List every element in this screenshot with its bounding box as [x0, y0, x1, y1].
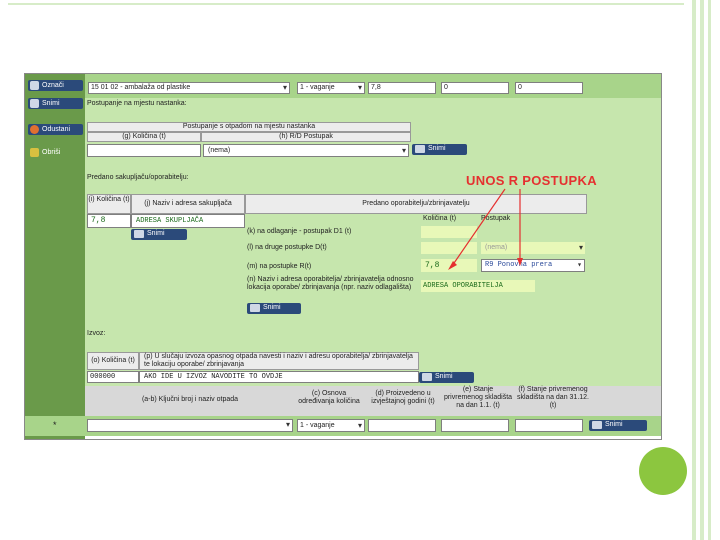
quantity-input[interactable]: 7,8: [368, 82, 436, 94]
postupanje-rd-select[interactable]: (nema): [203, 144, 409, 157]
green-circle-decoration: [639, 447, 687, 495]
new-stanje-start-input[interactable]: [441, 419, 509, 432]
new-measure-select[interactable]: 1 - vaganje: [297, 419, 365, 432]
row-m-select[interactable]: R9 Ponovna prera: [481, 259, 585, 272]
disk-icon: [592, 421, 602, 429]
izvoz-save-button[interactable]: Snimi: [419, 372, 474, 383]
odustani-button[interactable]: Odustani: [28, 124, 83, 135]
col-proizvedeno: (d) Proizvedeno u izvještajnoj godini (t…: [371, 390, 435, 405]
postupanje-save-button[interactable]: Snimi: [412, 144, 467, 155]
izvoz-text-input[interactable]: AKO IDE U IZVOZ NAVODITE TO OVDJE: [139, 371, 419, 383]
cancel-icon: [30, 125, 39, 134]
col-kljucni-broj: (a-b) Ključni broj i naziv otpada: [141, 396, 239, 403]
izvoz-col-text: (p) U slučaju izvoza opasnog otpada nave…: [139, 352, 419, 370]
postupanje-kolicina-input[interactable]: [87, 144, 201, 157]
new-waste-code-select[interactable]: [87, 419, 293, 432]
measure-select[interactable]: 1 - vaganje: [297, 82, 365, 94]
row-k-input[interactable]: [421, 226, 477, 238]
slide-side-stripe: [700, 0, 704, 540]
predano-col-oporabitelj: Predano oporabitelju/zbrinjavatelju: [245, 194, 587, 214]
stanje-end-input[interactable]: 0: [515, 82, 583, 94]
arrow-icon: [30, 81, 39, 90]
disk-icon: [422, 373, 432, 381]
row-n-label: (n) Naziv i adresa oporabitelja/ zbrinja…: [247, 276, 414, 291]
col-osnova: (c) Osnova određivanja količina: [298, 390, 360, 405]
predano-section: [85, 166, 661, 316]
col-kolicina-label: Količina (t): [423, 215, 457, 222]
row-l-label: (l) na druge postupke D(t): [247, 244, 327, 251]
izvoz-kolicina-input[interactable]: 000000: [87, 371, 139, 383]
eraser-icon: [30, 148, 39, 157]
col-postupak-label: Postupak: [481, 215, 511, 222]
obrisi-button[interactable]: Obriši: [28, 147, 83, 158]
slide-top-line: [8, 3, 684, 5]
predano-kolicina-input[interactable]: 7,8: [87, 214, 131, 228]
sidebar: Označi Snimi Odustani Obriši: [25, 74, 85, 439]
predano-col-naziv: (j) Naziv i adresa sakupljača: [131, 194, 245, 214]
r-postupak-callout: UNOS R POSTUPKA: [466, 173, 597, 188]
col-stanje-start: (e) Stanje privremenog skladišta na dan …: [443, 386, 513, 409]
oporabitelj-save-button[interactable]: Snimi: [247, 303, 301, 314]
new-stanje-end-input[interactable]: [515, 419, 583, 432]
row-l-select[interactable]: (nema): [481, 242, 585, 254]
slide-side-stripe: [692, 0, 696, 540]
row-m-input[interactable]: 7,8: [421, 259, 477, 272]
predano-title: Predano sakupljaču/oporabitelju:: [87, 174, 189, 181]
oporabitelj-address-input[interactable]: ADRESA OPORABITELJA: [421, 280, 535, 292]
new-row-save-button[interactable]: Snimi: [589, 420, 647, 431]
disk-icon: [415, 145, 425, 153]
waste-code-select[interactable]: 15 01 02 - ambalaža od plastike: [88, 82, 290, 94]
new-row-marker: *: [53, 420, 57, 430]
postupanje-subheader: Postupanje s otpadom na mjestu nastanka: [87, 122, 411, 132]
snimi-button[interactable]: Snimi: [28, 98, 83, 109]
app-screenshot: Označi Snimi Odustani Obriši 15 01 02 - …: [24, 73, 662, 440]
postupanje-title: Postupanje na mjestu nastanka:: [87, 100, 187, 107]
predano-col-kolicina: (i) Količina (t): [87, 194, 131, 214]
col-stanje-end: (f) Stanje privremenog skladišta na dan …: [517, 386, 589, 409]
new-quantity-input[interactable]: [368, 419, 436, 432]
disk-icon: [250, 304, 260, 312]
disk-icon: [134, 230, 144, 238]
row-l-input[interactable]: [421, 242, 477, 254]
postupanje-col-kolicina: (g) Količina (t): [87, 132, 201, 142]
postupanje-col-postupak: (h) R/D Postupak: [201, 132, 411, 142]
slide-side-stripe: [708, 0, 711, 540]
row-m-label: (m) na postupke R(t): [247, 263, 312, 270]
izvoz-col-kolicina: (o) Količina (t): [87, 352, 139, 370]
disk-icon: [30, 99, 39, 108]
izvoz-title: Izvoz:: [87, 330, 106, 337]
sakupljac-address-input[interactable]: ADRESA SKUPLJAČA: [131, 214, 245, 228]
predano-save-button[interactable]: Snimi: [131, 229, 187, 240]
row-k-label: (k) na odlaganje - postupak D1 (t): [247, 228, 352, 235]
oznaci-button[interactable]: Označi: [28, 80, 83, 91]
stanje-start-input[interactable]: 0: [441, 82, 509, 94]
